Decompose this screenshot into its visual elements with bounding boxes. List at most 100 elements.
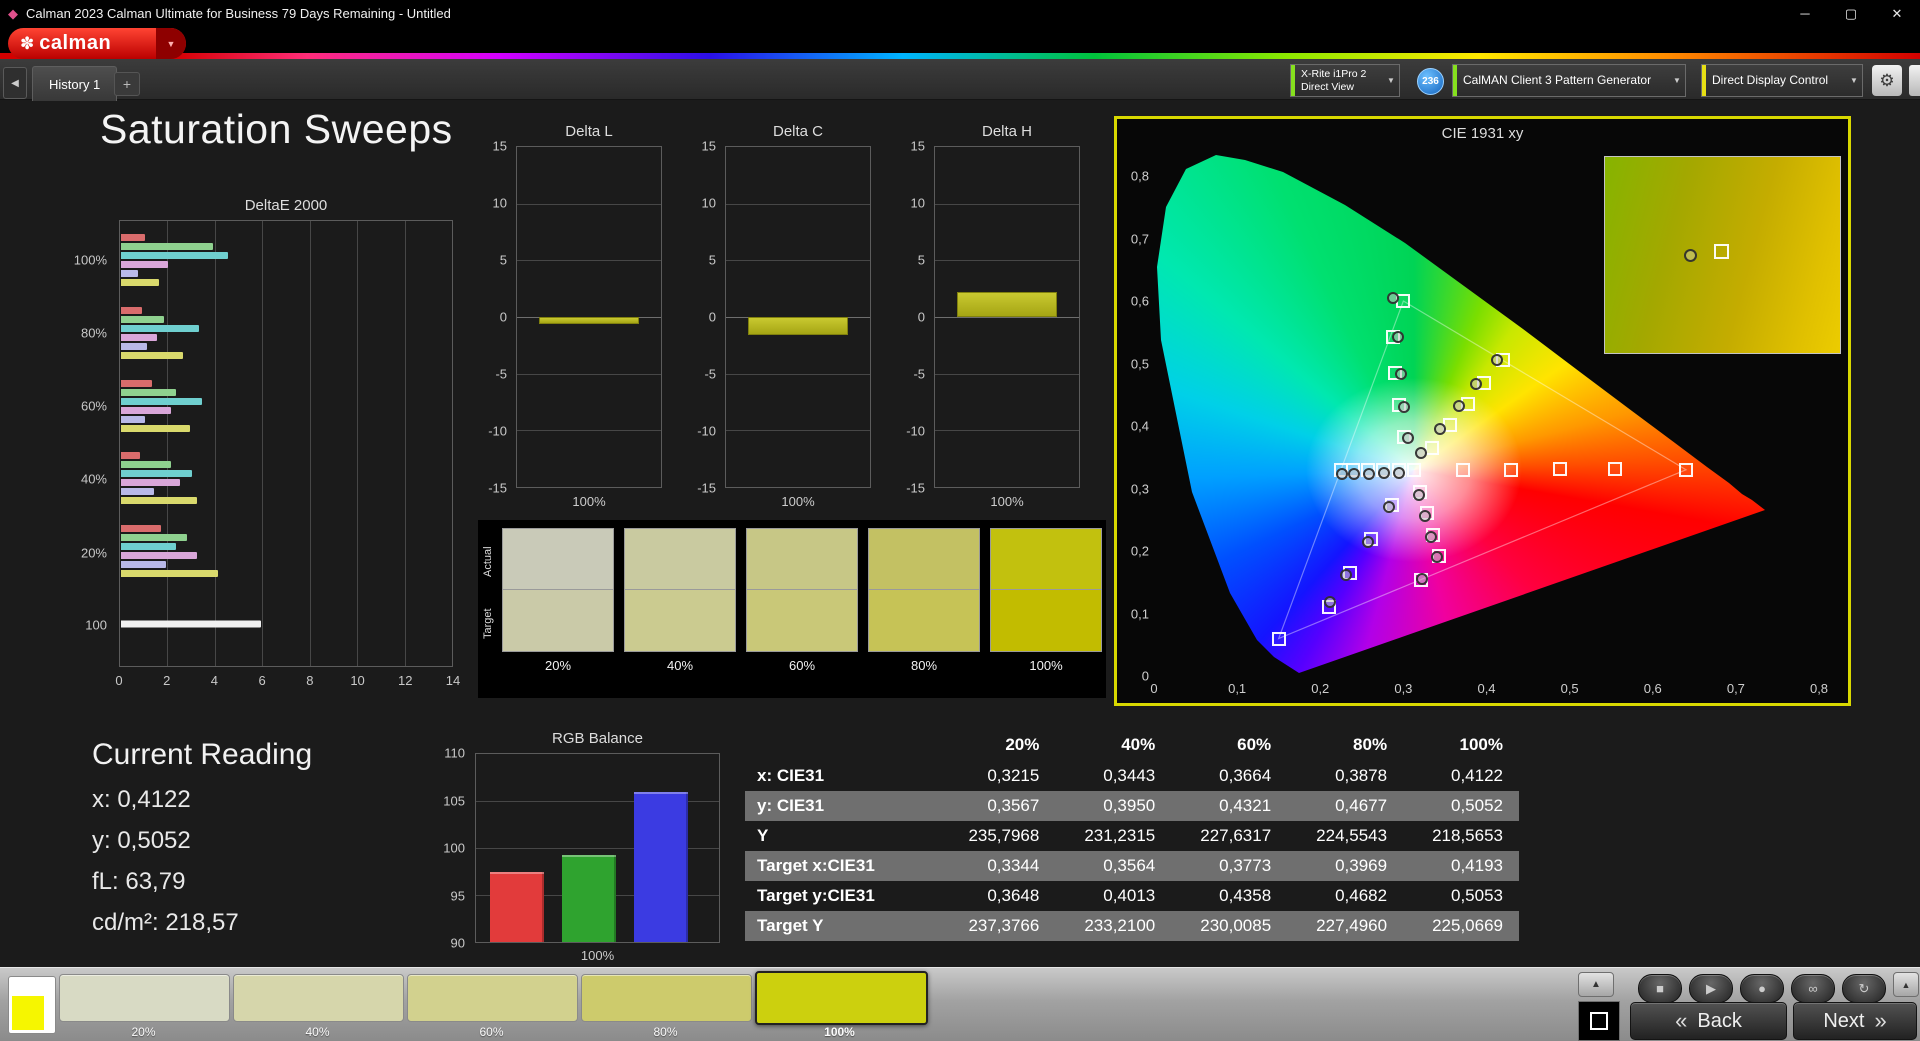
close-button[interactable]: ✕: [1874, 0, 1920, 27]
table-row: Target y:CIE310,36480,40130,43580,46820,…: [745, 881, 1519, 911]
swatch-label: 40%: [624, 658, 736, 673]
deltae-bar: [121, 425, 190, 432]
play-button[interactable]: ▶: [1689, 974, 1733, 1003]
rgb-ytick-label: 95: [425, 888, 465, 903]
maximize-button[interactable]: ▢: [1828, 0, 1874, 27]
cie-xtick-label: 0: [1150, 681, 1157, 696]
meter-count-badge[interactable]: 236: [1417, 68, 1444, 95]
next-chevrons-icon: »: [1874, 1008, 1886, 1034]
tab-collapse-button[interactable]: ◀: [3, 67, 27, 99]
bottom-swatch-label: 60%: [407, 1025, 576, 1039]
meter-line2: Direct View: [1301, 81, 1377, 93]
current-reading-title: Current Reading: [92, 738, 312, 772]
delta-ytick-label: 15: [682, 139, 716, 154]
rgb-ytick-label: 105: [425, 793, 465, 808]
up-arrow-button[interactable]: ▲: [1893, 972, 1919, 997]
window-title: Calman 2023 Calman Ultimate for Business…: [26, 6, 451, 21]
swatch-target: [990, 590, 1102, 652]
calman-logo-menu[interactable]: ✽ calman ▼: [8, 28, 186, 59]
bottom-swatch-60%[interactable]: [407, 974, 578, 1022]
cie-xtick-label: 0,2: [1311, 681, 1329, 696]
current-reading-fl: fL: 63,79: [92, 868, 312, 896]
deltae-bar: [121, 261, 168, 268]
logo-caret-icon[interactable]: ▼: [156, 28, 186, 59]
bottom-swatch-80%[interactable]: [581, 974, 752, 1022]
deltae-bar: [121, 461, 171, 468]
next-button[interactable]: Next »: [1793, 1002, 1917, 1040]
gear-icon[interactable]: ⚙: [1872, 65, 1902, 96]
deltae-bar: [121, 561, 166, 568]
pattern-generator-dropdown[interactable]: CalMAN Client 3 Pattern Generator ▼: [1452, 64, 1686, 97]
deltaH-x-label: 100%: [934, 494, 1080, 509]
deltae-bar: [121, 243, 213, 250]
deltae-bar: [121, 343, 147, 350]
cie-measured-circle: [1415, 447, 1427, 459]
swatch-target: [746, 590, 858, 652]
display-control-dropdown[interactable]: Direct Display Control ▼: [1701, 64, 1863, 97]
bottom-swatch-40%[interactable]: [233, 974, 404, 1022]
table-row: Y235,7968231,2315227,6317224,5543218,565…: [745, 821, 1519, 851]
meter-dropdown[interactable]: X-Rite i1Pro 2 Direct View ▼: [1290, 64, 1400, 97]
rgb-ytick-label: 90: [425, 936, 465, 951]
deltae-x-axis: 02468101214: [119, 671, 453, 689]
deltae-xtick-label: 14: [446, 673, 460, 688]
cie-measured-circle: [1413, 489, 1425, 501]
delta-gridline: [726, 374, 870, 375]
table-column-header: 20%: [939, 729, 1055, 761]
table-row: Target x:CIE310,33440,35640,37730,39690,…: [745, 851, 1519, 881]
table-cell: 224,5543: [1287, 821, 1403, 851]
delta-ytick-label: 0: [682, 310, 716, 325]
deltae-bar: [121, 620, 261, 627]
add-tab-button[interactable]: +: [114, 72, 140, 96]
pattern-preview-swatch: [12, 996, 44, 1030]
table-row: y: CIE310,35670,39500,43210,46770,5052: [745, 791, 1519, 821]
delta-ytick-label: 0: [891, 310, 925, 325]
current-reading-x: x: 0,4122: [92, 786, 312, 814]
continuous-measure-button[interactable]: ∞: [1791, 974, 1835, 1003]
table-cell: 237,3766: [939, 911, 1055, 941]
swatch-target: [868, 590, 980, 652]
table-cell: 0,4122: [1403, 761, 1519, 791]
bottom-swatch-label: 40%: [233, 1025, 402, 1039]
cie-target-square: [1679, 463, 1693, 477]
calman-flower-icon: ✽: [20, 34, 34, 54]
bottom-swatch-20%[interactable]: [59, 974, 230, 1022]
cie-ytick-label: 0,8: [1121, 169, 1149, 184]
measure-button[interactable]: ●: [1740, 974, 1784, 1003]
deltae-bar: [121, 552, 197, 559]
deltae-bar: [121, 470, 192, 477]
deltae-ytick-label: 20%: [45, 545, 107, 560]
stop-button[interactable]: ■: [1638, 974, 1682, 1003]
cie-ytick-label: 0,4: [1121, 419, 1149, 434]
delta-gridline: [935, 204, 1079, 205]
table-cell: 231,2315: [1055, 821, 1171, 851]
back-button[interactable]: « Back: [1630, 1002, 1787, 1040]
pattern-preview-button[interactable]: [8, 976, 56, 1034]
delta-ytick-label: -15: [682, 481, 716, 496]
eject-button[interactable]: ▲: [1578, 972, 1614, 997]
loop-button[interactable]: ↻: [1842, 974, 1886, 1003]
table-row-label: Target Y: [745, 911, 939, 941]
chevron-down-icon[interactable]: ▼: [1846, 76, 1862, 85]
swatch-cell: 60%: [746, 528, 858, 688]
deltae-bar-group: [121, 620, 453, 629]
table-column-header: 80%: [1287, 729, 1403, 761]
deltaC-chart-title: Delta C: [725, 123, 871, 140]
right-edge-button[interactable]: [1909, 65, 1920, 96]
minimize-button[interactable]: ─: [1782, 0, 1828, 27]
chevron-down-icon[interactable]: ▼: [1383, 76, 1399, 85]
delta-gridline: [726, 430, 870, 431]
cie-xtick-label: 0,6: [1644, 681, 1662, 696]
cie-xtick-label: 0,4: [1477, 681, 1495, 696]
cie-xtick-label: 0,3: [1394, 681, 1412, 696]
cie-target-square: [1553, 462, 1567, 476]
measurement-table: 20%40%60%80%100% x: CIE310,32150,34430,3…: [745, 729, 1519, 941]
swatch-label: 20%: [502, 658, 614, 673]
bottom-swatch-100%[interactable]: [755, 971, 928, 1025]
tab-history-1[interactable]: History 1: [32, 66, 117, 101]
table-row-label: x: CIE31: [745, 761, 939, 791]
cie-xtick-label: 0,7: [1727, 681, 1745, 696]
pattern-window-button[interactable]: [1578, 1001, 1620, 1041]
chevron-down-icon[interactable]: ▼: [1669, 76, 1685, 85]
table-column-header: 40%: [1055, 729, 1171, 761]
